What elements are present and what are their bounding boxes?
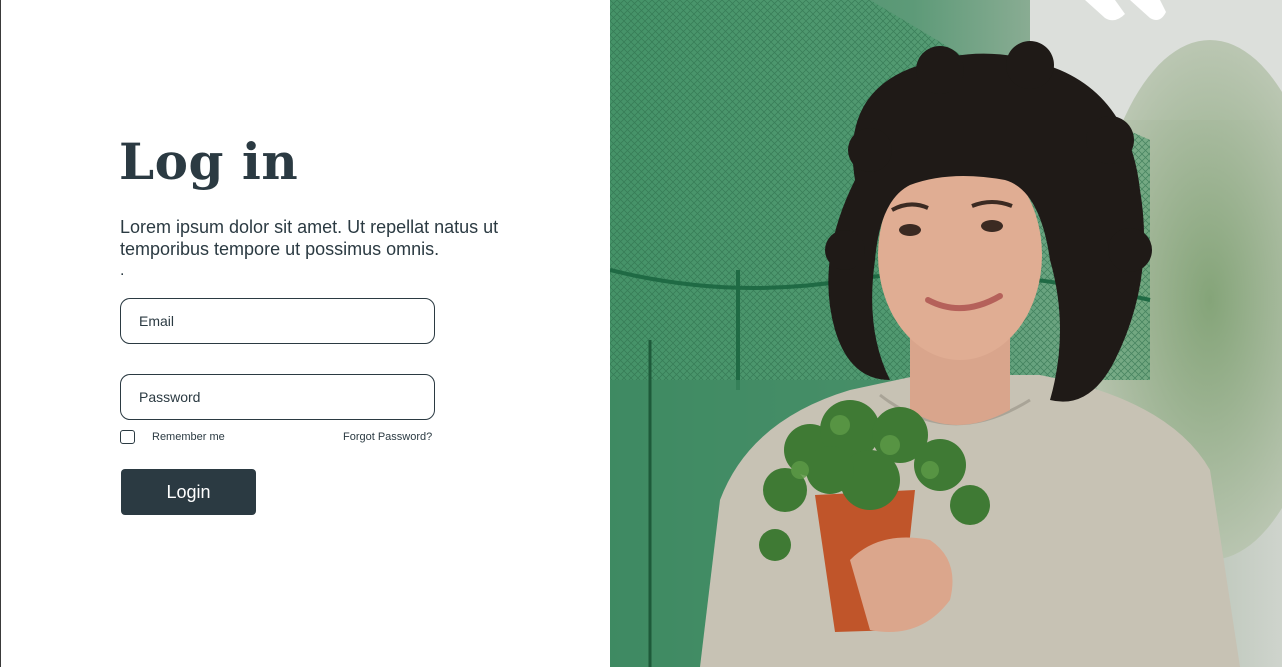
woman-holding-potted-plant-photo <box>610 0 1282 667</box>
login-page: Log in Lorem ipsum dolor sit amet. Ut re… <box>0 0 1282 667</box>
description-suffix: . <box>120 262 125 279</box>
login-button[interactable]: Login <box>121 469 256 515</box>
email-field[interactable] <box>120 298 435 344</box>
page-title: Log in <box>119 132 299 191</box>
login-panel: Log in Lorem ipsum dolor sit amet. Ut re… <box>1 0 610 667</box>
remember-me-checkbox[interactable] <box>120 430 135 444</box>
forgot-password-link[interactable]: Forgot Password? <box>343 431 432 443</box>
password-field[interactable] <box>120 374 435 420</box>
remember-me-label[interactable]: Remember me <box>152 431 225 443</box>
login-description: Lorem ipsum dolor sit amet. Ut repellat … <box>120 217 499 259</box>
